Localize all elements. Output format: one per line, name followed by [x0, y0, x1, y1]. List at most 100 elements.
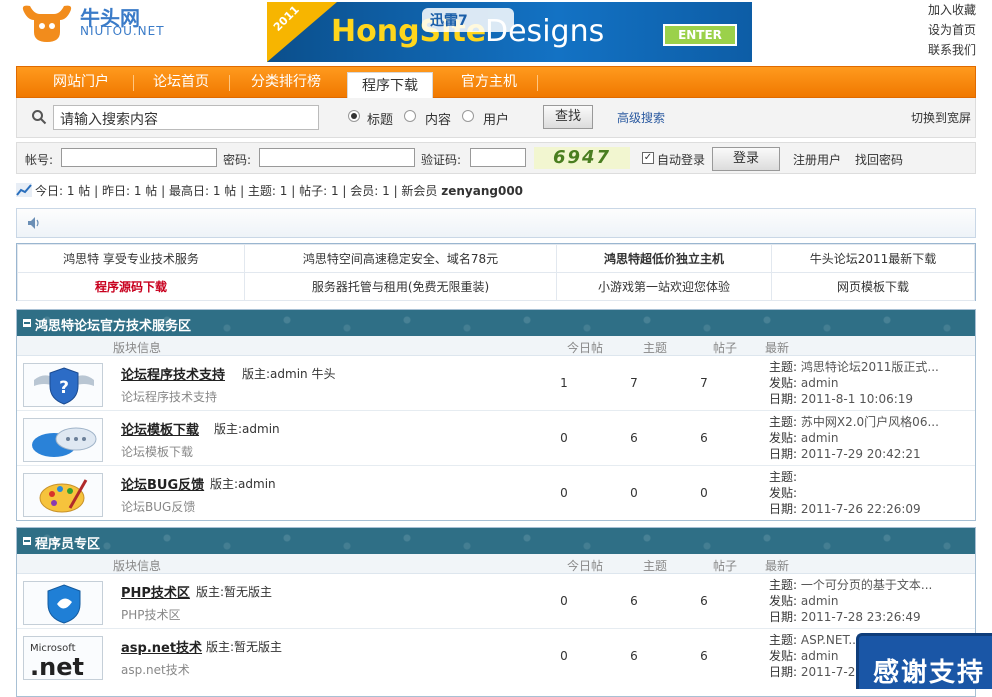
radio-user[interactable] [462, 110, 474, 122]
latest-poster[interactable]: admin [801, 431, 839, 445]
banner-enter-button[interactable]: ENTER [663, 24, 737, 46]
site-logo[interactable]: 牛头网 NIUTOU.NET [18, 2, 168, 46]
forum-desc: asp.net技术 [121, 663, 190, 677]
top-links: 加入收藏 设为首页 联系我们 [928, 0, 976, 60]
new-member-name[interactable]: zenyang000 [441, 184, 523, 198]
search-input[interactable]: 请输入搜索内容 [53, 105, 319, 130]
latest-topic-label: 主题: [769, 360, 798, 374]
latest-poster-label: 发贴: [769, 376, 798, 390]
forum-name[interactable]: PHP技术区 [121, 582, 190, 601]
account-input[interactable] [61, 148, 217, 167]
forum-name[interactable]: 论坛程序技术支持 [121, 364, 225, 383]
col-today: 今日帖 [567, 559, 604, 573]
forum-row: Microsoft .net asp.net技术 版主:暂无版主 asp.net… [17, 629, 975, 684]
latest-poster-label: 发贴: [769, 649, 798, 663]
nav-divider [133, 75, 134, 91]
latest-poster[interactable]: admin [801, 376, 839, 390]
banner-badge: 迅雷7 [422, 8, 514, 32]
section-header: 鸿思特论坛官方技术服务区 [17, 310, 975, 336]
advanced-search-link[interactable]: 高级搜索 [617, 109, 665, 126]
collapse-icon[interactable] [23, 537, 31, 545]
latest-poster[interactable]: admin [801, 649, 839, 663]
ox-head-icon [22, 5, 72, 43]
latest-poster-label: 发贴: [769, 594, 798, 608]
shield-question-icon[interactable]: ? [23, 363, 103, 407]
ad-link[interactable]: 鸿思特 享受专业技术服务 [17, 244, 245, 273]
nav-official-host[interactable]: 官方主机 [443, 67, 535, 98]
ad-links-table: 鸿思特 享受专业技术服务 鸿思特空间高速稳定安全、域名78元 鸿思特超低价独立主… [16, 243, 976, 301]
register-link[interactable]: 注册用户 [793, 151, 841, 168]
latest-topic[interactable]: ASP.NET... [801, 633, 860, 647]
radio-content[interactable] [404, 110, 416, 122]
ad-link[interactable]: 服务器托管与租用(免费无限重装) [244, 272, 557, 301]
password-label: 密码: [223, 153, 252, 167]
captcha-label: 验证码: [421, 153, 462, 167]
nav-divider [229, 75, 230, 91]
svg-text:?: ? [59, 378, 69, 398]
section-title: 程序员专区 [35, 537, 101, 552]
post-count: 6 [700, 431, 708, 445]
today-count: 0 [560, 431, 568, 445]
latest-poster[interactable]: admin [801, 594, 839, 608]
add-favorite-link[interactable]: 加入收藏 [928, 0, 976, 20]
latest-date-label: 日期: [769, 502, 798, 516]
auto-login-label: 自动登录 [657, 153, 706, 167]
radio-title-label: 标题 [367, 113, 394, 128]
ad-link[interactable]: 小游戏第一站欢迎您体验 [556, 272, 772, 301]
paint-palette-icon[interactable] [23, 473, 103, 517]
column-header: 版块信息 今日帖 主题 帖子 最新 [17, 554, 975, 574]
contact-link[interactable]: 联系我们 [928, 40, 976, 60]
chat-cloud-graphic [32, 427, 97, 457]
ad-link[interactable]: 鸿思特超低价独立主机 [556, 244, 772, 273]
collapse-icon[interactable] [23, 319, 31, 327]
stats-chart-icon [16, 183, 32, 197]
ad-link[interactable]: 鸿思特空间高速稳定安全、域名78元 [244, 244, 557, 273]
banner-ribbon: 2011 [267, 2, 337, 62]
search-icon [32, 110, 47, 125]
main-nav: 网站门户 论坛首页 分类排行榜 程序下载 官方主机 [16, 66, 976, 99]
forum-name[interactable]: asp.net技术 [121, 637, 202, 656]
latest-topic-label: 主题: [769, 415, 798, 429]
login-button[interactable]: 登录 [712, 147, 780, 171]
forum-moderator: 版主:admin [214, 422, 280, 436]
latest-topic-label: 主题: [769, 633, 798, 647]
ad-link[interactable]: 网页模板下载 [771, 272, 975, 301]
stats-text: 今日: 1 帖 | 昨日: 1 帖 | 最高日: 1 帖 | 主题: 1 | 帖… [35, 180, 523, 202]
radio-title[interactable] [348, 110, 360, 122]
switch-wide-link[interactable]: 切换到宽屏 [911, 109, 971, 126]
captcha-image[interactable]: 6947 [534, 147, 630, 169]
forum-name[interactable]: 论坛BUG反馈 [121, 474, 204, 493]
set-homepage-link[interactable]: 设为首页 [928, 20, 976, 40]
captcha-input[interactable] [470, 148, 526, 167]
forum-moderator: 版主:暂无版主 [196, 585, 273, 599]
password-input[interactable] [259, 148, 415, 167]
latest-topic[interactable]: 一个可分页的基于文本... [801, 578, 932, 592]
shield-question-graphic: ? [34, 367, 94, 405]
nav-forum-home[interactable]: 论坛首页 [135, 67, 227, 98]
topic-count: 7 [630, 376, 638, 390]
forum-moderator: 版主:暂无版主 [206, 640, 283, 654]
latest-topic[interactable]: 鸿思特论坛2011版正式... [801, 360, 939, 374]
topic-count: 6 [630, 649, 638, 663]
nav-portal[interactable]: 网站门户 [31, 67, 131, 98]
thanks-float-banner[interactable]: 感谢支持 [856, 633, 992, 689]
col-today: 今日帖 [567, 341, 604, 355]
recover-password-link[interactable]: 找回密码 [855, 151, 903, 168]
chat-cloud-icon[interactable] [23, 418, 103, 462]
col-topics: 主题 [643, 341, 668, 355]
nav-program-download[interactable]: 程序下载 [347, 72, 433, 99]
blue-shield-icon[interactable] [23, 581, 103, 625]
forum-row: ? 论坛程序技术支持 版主:admin 牛头 论坛程序技术支持 1 7 7 主题… [17, 356, 975, 411]
ad-banner[interactable]: 2011 HongSite Designs 迅雷7 ENTER [267, 2, 752, 62]
forum-name[interactable]: 论坛模板下载 [121, 419, 199, 438]
auto-login-checkbox[interactable]: ✓ [642, 152, 654, 164]
col-latest: 最新 [765, 559, 790, 573]
forum-moderator: 版主:admin [210, 477, 276, 491]
latest-topic[interactable]: 苏中网X2.0门户风格06... [801, 415, 939, 429]
dotnet-logo-icon[interactable]: Microsoft .net [23, 636, 103, 681]
search-button[interactable]: 查找 [543, 105, 593, 129]
forum-desc: PHP技术区 [121, 608, 181, 622]
ad-link[interactable]: 牛头论坛2011最新下载 [771, 244, 975, 273]
nav-ranking[interactable]: 分类排行榜 [231, 67, 341, 98]
ad-link[interactable]: 程序源码下载 [17, 272, 245, 301]
